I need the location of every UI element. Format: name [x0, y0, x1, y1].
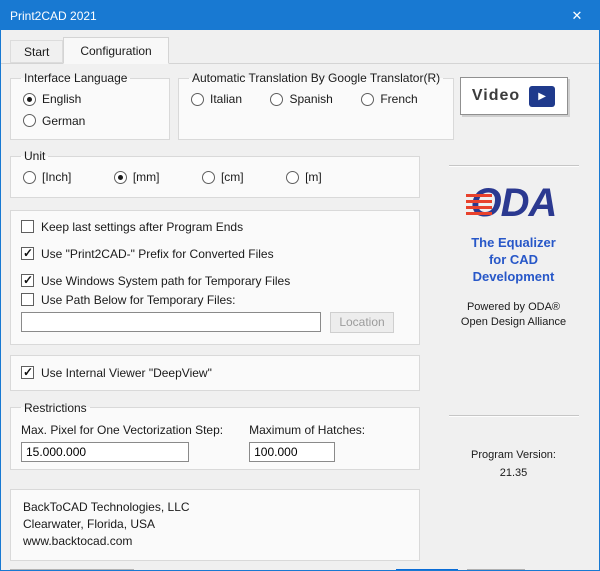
- company-website: www.backtocad.com: [23, 533, 407, 550]
- program-version-value: 21.35: [471, 465, 556, 483]
- radio-label: [m]: [305, 170, 322, 184]
- company-info-group: BackToCAD Technologies, LLC Clearwater, …: [10, 489, 420, 561]
- radio-icon: [270, 93, 283, 106]
- checkbox-internal-viewer[interactable]: Use Internal Viewer "DeepView": [21, 366, 409, 380]
- powered-line: Powered by ODA®: [461, 300, 566, 315]
- close-icon[interactable]: ✕: [555, 1, 599, 30]
- max-pixel-label: Max. Pixel for One Vectorization Step:: [21, 423, 223, 437]
- checkbox-keep-last-settings[interactable]: Keep last settings after Program Ends: [21, 220, 409, 234]
- checkbox-label: Use "Print2CAD-" Prefix for Converted Fi…: [41, 247, 274, 261]
- radio-spanish[interactable]: Spanish: [270, 92, 332, 106]
- checkbox-label: Use Windows System path for Temporary Fi…: [41, 274, 290, 288]
- radio-label: French: [380, 92, 417, 106]
- unit-group: Unit [Inch] [mm] [cm] [m]: [10, 149, 420, 198]
- interface-language-title: Interface Language: [21, 71, 130, 85]
- oda-logo-stripes-icon: [466, 194, 492, 215]
- max-hatches-field: Maximum of Hatches:: [249, 421, 365, 462]
- footer-bar: See Video Help End Cancel: [1, 561, 599, 571]
- radio-cm[interactable]: [cm]: [202, 170, 244, 184]
- tagline-line: The Equalizer: [471, 235, 556, 252]
- radio-mm[interactable]: [mm]: [114, 170, 160, 184]
- temporary-path-input[interactable]: [21, 312, 321, 332]
- checkbox-label: Keep last settings after Program Ends: [41, 220, 243, 234]
- checkbox-prefix-converted-files[interactable]: Use "Print2CAD-" Prefix for Converted Fi…: [21, 247, 409, 261]
- company-name: BackToCAD Technologies, LLC: [23, 499, 407, 516]
- viewer-group: Use Internal Viewer "DeepView": [10, 355, 420, 391]
- video-button[interactable]: Video ▶: [460, 77, 568, 115]
- oda-logo: ODA: [471, 179, 557, 227]
- radio-french[interactable]: French: [361, 92, 417, 106]
- radio-icon: [23, 93, 36, 106]
- radio-m[interactable]: [m]: [286, 170, 322, 184]
- radio-italian[interactable]: Italian: [191, 92, 242, 106]
- radio-english[interactable]: English: [23, 92, 81, 106]
- radio-label: [cm]: [221, 170, 244, 184]
- checkbox-icon: [21, 247, 34, 260]
- play-icon: ▶: [529, 86, 555, 107]
- radio-icon: [202, 171, 215, 184]
- radio-icon: [191, 93, 204, 106]
- checkbox-label: Use Path Below for Temporary Files:: [41, 293, 236, 307]
- program-version-label: Program Version:: [471, 447, 556, 465]
- window-title: Print2CAD 2021: [10, 9, 555, 23]
- tab-page-configuration: Interface Language English German Automa…: [1, 63, 599, 561]
- radio-german[interactable]: German: [23, 114, 85, 128]
- powered-line: Open Design Alliance: [461, 315, 566, 330]
- radio-label: German: [42, 114, 85, 128]
- radio-label: [mm]: [133, 170, 160, 184]
- radio-label: [Inch]: [42, 170, 71, 184]
- radio-icon: [23, 171, 36, 184]
- location-button: Location: [330, 312, 394, 333]
- checkbox-icon: [21, 220, 34, 233]
- dialog-window: Print2CAD 2021 ✕ Start Configuration Int…: [0, 0, 600, 571]
- radio-icon: [286, 171, 299, 184]
- video-button-label: Video: [472, 87, 520, 105]
- radio-icon: [114, 171, 127, 184]
- radio-icon: [361, 93, 374, 106]
- radio-label: Spanish: [289, 92, 332, 106]
- divider: [449, 165, 579, 167]
- max-pixel-input[interactable]: [21, 442, 189, 462]
- titlebar: Print2CAD 2021 ✕: [1, 1, 599, 30]
- checkbox-windows-system-path[interactable]: Use Windows System path for Temporary Fi…: [21, 274, 409, 288]
- checkbox-path-below[interactable]: Use Path Below for Temporary Files:: [21, 293, 409, 307]
- unit-title: Unit: [21, 149, 48, 163]
- oda-tagline: The Equalizer for CAD Development: [471, 235, 556, 286]
- checkbox-icon: [21, 293, 34, 306]
- side-panel: Video ▶ ODA The Equalizer for CAD Develo…: [438, 71, 589, 561]
- checkbox-label: Use Internal Viewer "DeepView": [41, 366, 212, 380]
- company-location: Clearwater, Florida, USA: [23, 516, 407, 533]
- max-pixel-field: Max. Pixel for One Vectorization Step:: [21, 421, 223, 462]
- radio-inch[interactable]: [Inch]: [23, 170, 71, 184]
- tab-start[interactable]: Start: [10, 40, 63, 63]
- radio-label: English: [42, 92, 81, 106]
- auto-translation-title: Automatic Translation By Google Translat…: [189, 71, 443, 85]
- interface-language-group: Interface Language English German: [10, 71, 170, 140]
- divider: [449, 415, 579, 417]
- max-hatches-input[interactable]: [249, 442, 335, 462]
- powered-by: Powered by ODA® Open Design Alliance: [461, 300, 566, 330]
- max-hatches-label: Maximum of Hatches:: [249, 423, 365, 437]
- program-version: Program Version: 21.35: [471, 447, 556, 482]
- auto-translation-group: Automatic Translation By Google Translat…: [178, 71, 454, 140]
- tagline-line: Development: [471, 269, 556, 286]
- settings-column: Interface Language English German Automa…: [10, 71, 420, 561]
- restrictions-title: Restrictions: [21, 401, 90, 415]
- restrictions-group: Restrictions Max. Pixel for One Vectoriz…: [10, 401, 420, 470]
- tab-configuration[interactable]: Configuration: [63, 37, 168, 64]
- radio-label: Italian: [210, 92, 242, 106]
- radio-icon: [23, 114, 36, 127]
- tagline-line: for CAD: [471, 252, 556, 269]
- file-settings-group: Keep last settings after Program Ends Us…: [10, 210, 420, 345]
- checkbox-icon: [21, 274, 34, 287]
- tab-bar: Start Configuration: [1, 30, 599, 63]
- checkbox-icon: [21, 366, 34, 379]
